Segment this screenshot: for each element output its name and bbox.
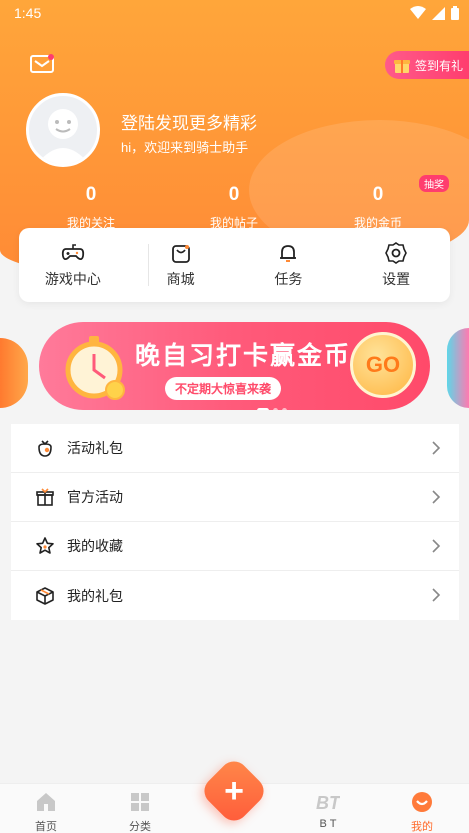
carousel-dot (282, 408, 287, 410)
promo-banner[interactable]: 晚自习打卡赢金币 不定期大惊喜来袭 GO (39, 322, 430, 410)
quick-settings[interactable]: 设置 (342, 228, 450, 302)
quick-label: 游戏中心 (44, 271, 101, 287)
battery-icon (451, 6, 459, 20)
banner-title: 晚自习打卡赢金币 (135, 342, 352, 370)
lottery-badge[interactable]: 抽奖 (419, 175, 449, 192)
gear-icon (385, 242, 408, 264)
bt-icon: BT (316, 793, 340, 813)
tab-label: 我的 (411, 821, 433, 833)
star-icon (36, 537, 54, 554)
gamepad-icon (61, 244, 84, 261)
default-avatar-icon (37, 109, 89, 164)
signin-reward-label: 签到有礼 (415, 58, 464, 73)
gift-box-icon (394, 60, 410, 73)
signin-reward-button[interactable]: 签到有礼 (385, 51, 469, 79)
status-icons (410, 6, 459, 20)
mail-icon[interactable] (30, 54, 54, 74)
quick-game-center[interactable]: 游戏中心 (19, 228, 127, 302)
stat-posts[interactable]: 0 我的帖子 (184, 184, 284, 231)
bell-icon (280, 245, 297, 262)
wifi-icon (410, 6, 426, 19)
tab-label: 分类 (129, 821, 151, 833)
gift-box-icon (36, 488, 54, 506)
tab-bt[interactable]: BT B T (298, 788, 358, 830)
quick-tasks[interactable]: 任务 (235, 228, 343, 302)
gift-bag-icon (38, 440, 52, 457)
chevron-right-icon (432, 539, 441, 553)
stat-value: 0 (85, 184, 97, 205)
carousel-indicator (257, 408, 287, 410)
carousel-prev-peek (0, 338, 28, 408)
tab-categories[interactable]: 分类 (110, 788, 170, 833)
alarm-clock-icon (65, 336, 125, 400)
shopping-bag-icon (171, 245, 190, 263)
avatar[interactable] (26, 93, 100, 167)
menu-item-favorites[interactable]: 我的收藏 (11, 522, 459, 571)
chevron-right-icon (432, 441, 441, 455)
stat-following[interactable]: 0 我的关注 (41, 184, 141, 231)
stat-value: 0 (372, 184, 384, 205)
svg-text:BT: BT (316, 793, 340, 813)
carousel-dot (273, 408, 278, 410)
login-prompt-subtitle: hi，欢迎来到骑士助手 (121, 140, 249, 155)
menu-item-label: 官方活动 (67, 489, 123, 505)
plus-icon[interactable]: + (209, 766, 259, 816)
chevron-right-icon (432, 588, 441, 602)
divider (148, 244, 149, 286)
menu-item-official-events[interactable]: 官方活动 (11, 473, 459, 522)
package-icon (36, 586, 54, 605)
tab-profile[interactable]: 我的 (392, 788, 452, 833)
profile-icon (412, 792, 432, 812)
chevron-right-icon (432, 490, 441, 504)
grid-icon (131, 793, 149, 811)
menu-item-my-gifts[interactable]: 我的礼包 (11, 571, 459, 620)
menu-item-label: 我的收藏 (67, 538, 123, 554)
status-time: 1:45 (14, 5, 42, 21)
quick-mall[interactable]: 商城 (127, 228, 235, 302)
banner-subtitle: 不定期大惊喜来袭 (165, 377, 282, 400)
menu-list: 活动礼包 官方活动 我的收藏 我的礼包 (11, 424, 459, 620)
tab-home[interactable]: 首页 (16, 788, 76, 833)
tab-label: B T (319, 818, 337, 830)
stat-value: 0 (228, 184, 240, 205)
quick-label: 商城 (166, 271, 195, 287)
stat-coins[interactable]: 0 我的金币 (328, 184, 428, 231)
menu-item-activity-gifts[interactable]: 活动礼包 (11, 424, 459, 473)
menu-item-label: 我的礼包 (67, 587, 123, 604)
quick-label: 设置 (382, 271, 411, 287)
home-icon (37, 793, 55, 811)
menu-item-label: 活动礼包 (67, 440, 123, 456)
banner-go-button[interactable]: GO (350, 332, 416, 398)
carousel-next-peek (447, 328, 469, 408)
tab-label: 首页 (35, 821, 57, 833)
promo-carousel[interactable]: 晚自习打卡赢金币 不定期大惊喜来袭 GO (0, 318, 469, 418)
carousel-dot-active (257, 408, 269, 410)
quick-actions-card: 游戏中心 商城 任务 设置 (19, 228, 450, 302)
quick-label: 任务 (274, 271, 303, 287)
status-bar: 1:45 (0, 0, 469, 28)
login-prompt-title[interactable]: 登陆发现更多精彩 (121, 109, 257, 134)
signal-icon (432, 6, 445, 20)
